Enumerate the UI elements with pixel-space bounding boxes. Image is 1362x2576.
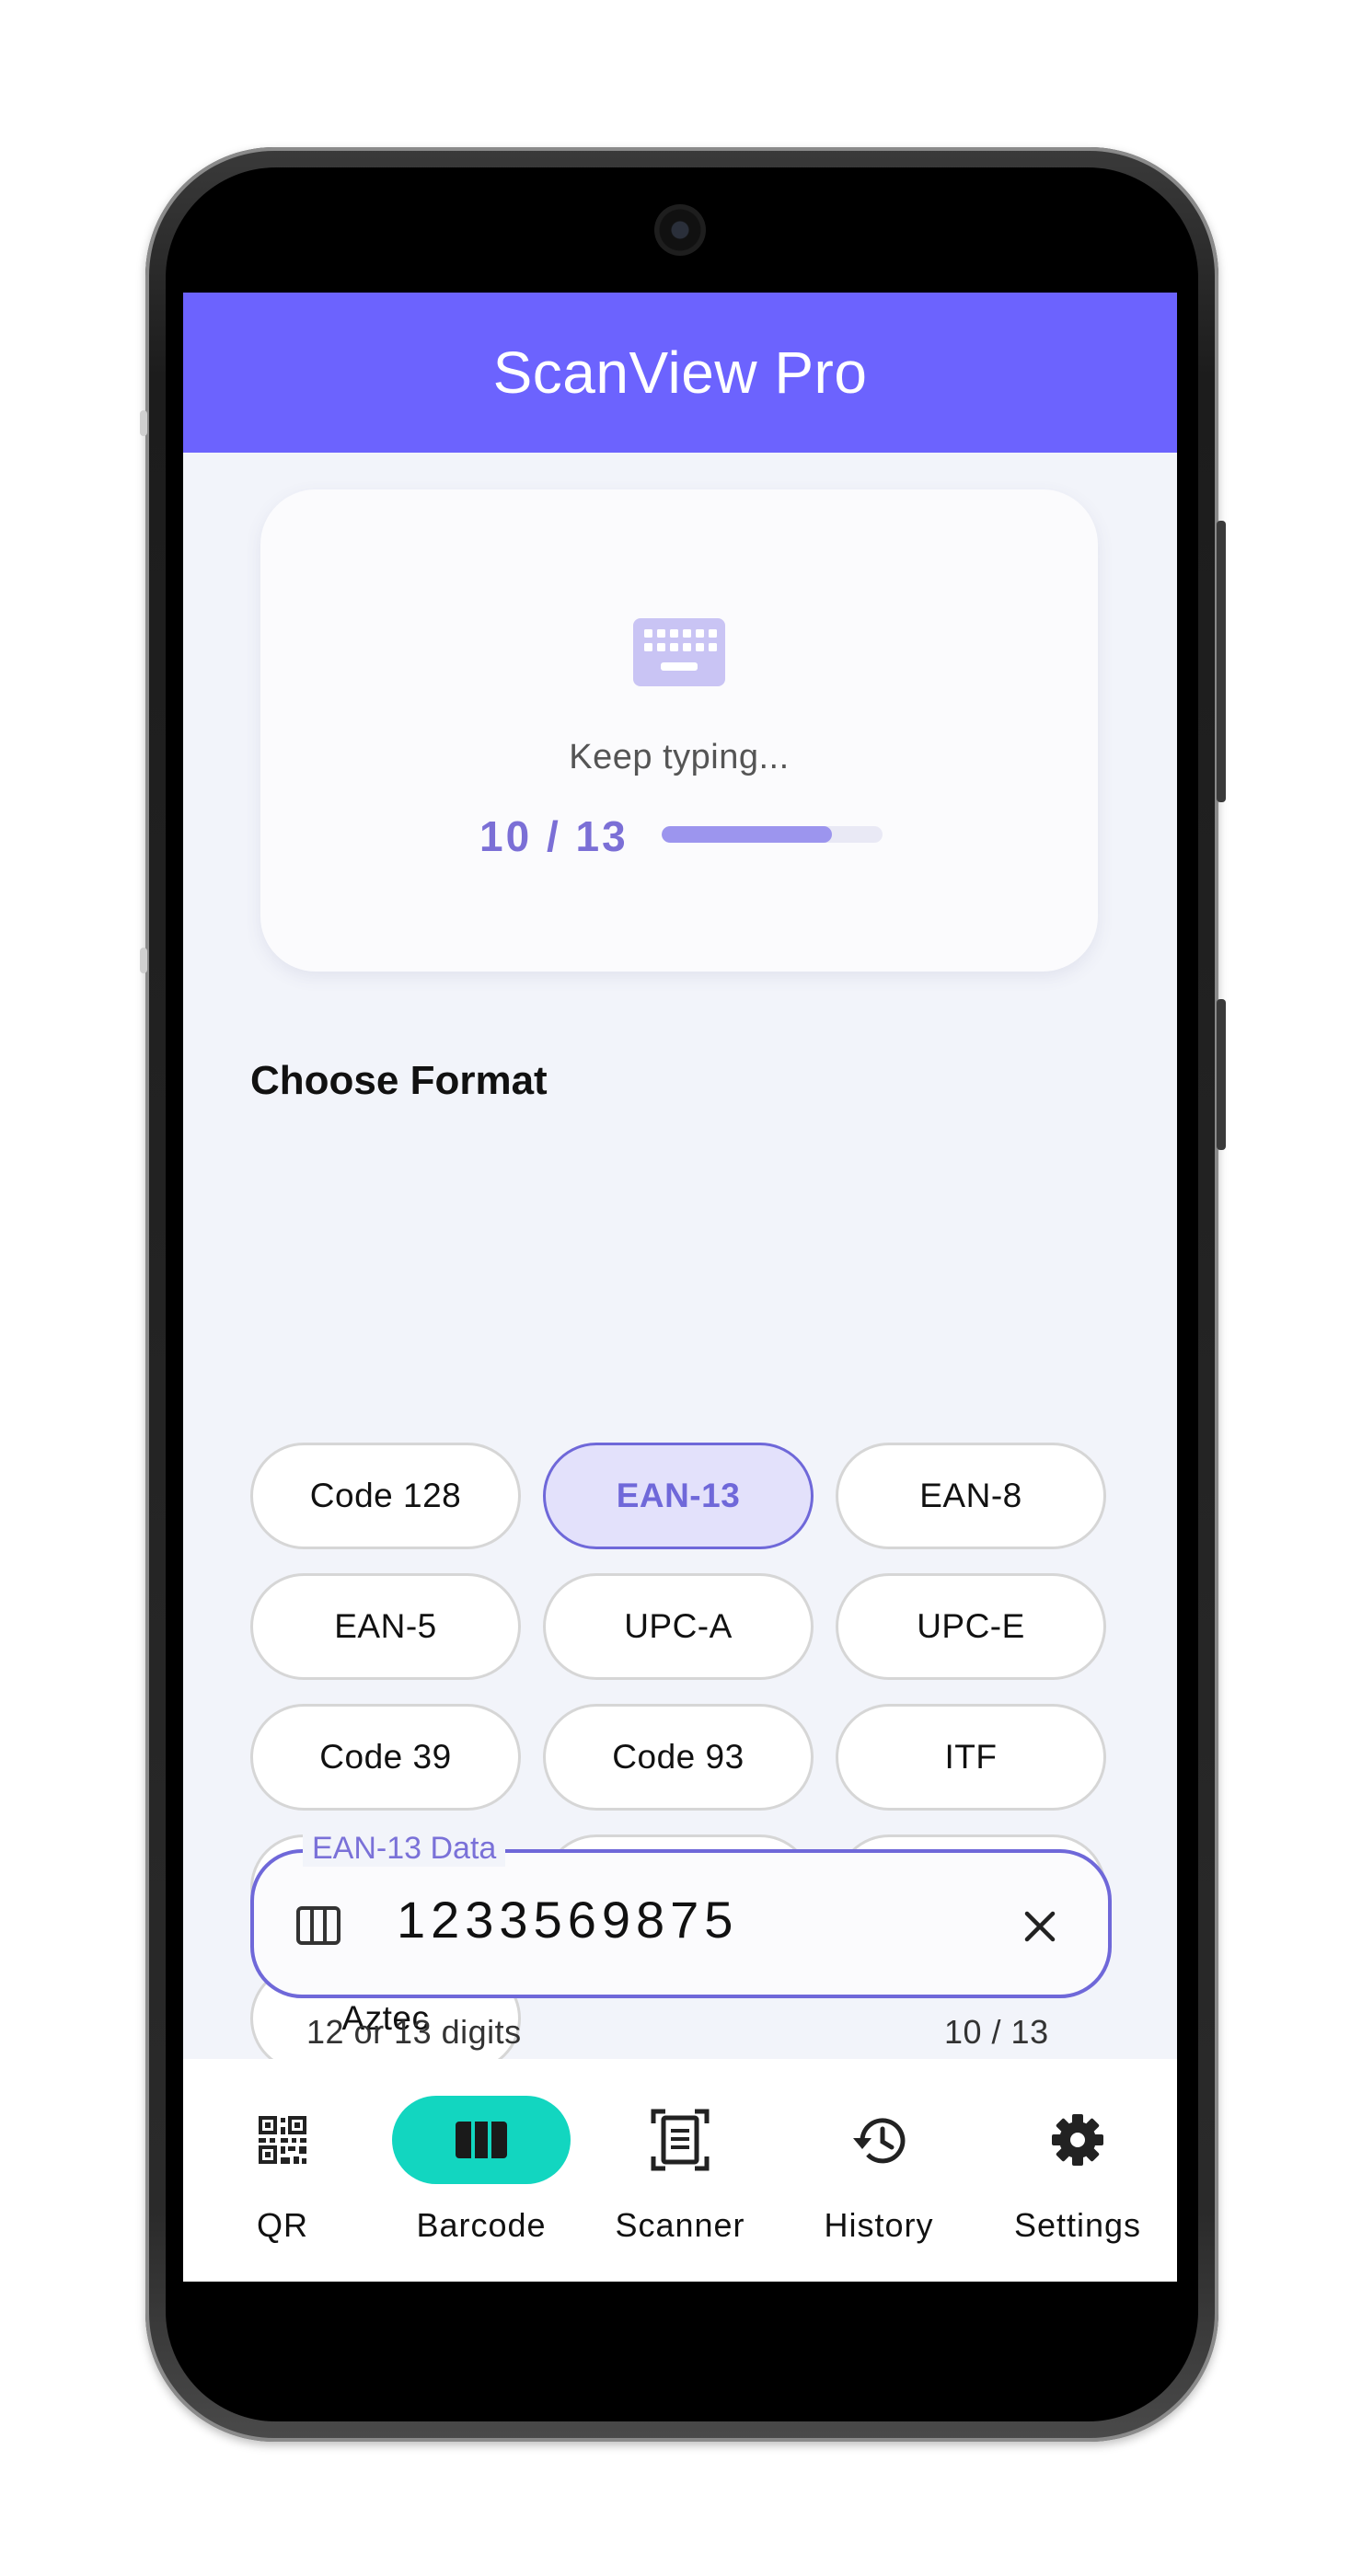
format-section-title: Choose Format — [250, 1058, 548, 1103]
nav-item-settings[interactable]: Settings — [978, 2096, 1177, 2252]
document-scanner-icon — [651, 2109, 710, 2171]
qr-code-icon — [259, 2116, 306, 2164]
format-chip-code-93[interactable]: Code 93 — [543, 1704, 814, 1811]
nav-label-qr: QR — [257, 2206, 308, 2244]
nav-icon-container — [591, 2096, 769, 2184]
field-label: EAN-13 Data — [303, 1831, 506, 1867]
helper-text: 12 or 13 digits — [306, 2013, 522, 2051]
nav-icon-container — [790, 2096, 968, 2184]
gear-icon — [1052, 2114, 1103, 2166]
barcode-data-field[interactable]: 1233569875 — [250, 1849, 1112, 1998]
progress-count: 10 / 13 — [479, 812, 629, 860]
format-chip-ean-8[interactable]: EAN-8 — [836, 1443, 1106, 1549]
history-icon — [853, 2118, 906, 2164]
clear-icon[interactable] — [1016, 1903, 1064, 1950]
front-camera — [654, 204, 706, 256]
nav-item-history[interactable]: History — [779, 2096, 978, 2252]
nav-label-scanner: Scanner — [615, 2206, 745, 2244]
character-counter: 10 / 13 — [944, 2013, 1049, 2051]
bottom-navigation: QR Barcode Scanner History Settings — [183, 2059, 1177, 2282]
barcode-icon — [296, 1906, 340, 1945]
volume-up-button — [1217, 521, 1226, 802]
nav-item-barcode[interactable]: Barcode — [382, 2096, 581, 2252]
format-chip-ean-13[interactable]: EAN-13 — [543, 1443, 814, 1549]
app-screen: ScanView Pro Keep typing... 10 / 13 Choo… — [183, 293, 1177, 2282]
progress-bar — [662, 826, 883, 843]
format-chip-ean-5[interactable]: EAN-5 — [250, 1573, 521, 1680]
nav-label-history: History — [824, 2206, 934, 2244]
format-chip-upc-e[interactable]: UPC-E — [836, 1573, 1106, 1680]
nav-label-barcode: Barcode — [416, 2206, 547, 2244]
format-chip-code-39[interactable]: Code 39 — [250, 1704, 521, 1811]
progress-bar-fill — [662, 826, 832, 843]
barcode-icon — [456, 2122, 507, 2158]
format-chip-upc-a[interactable]: UPC-A — [543, 1573, 814, 1680]
nav-item-scanner[interactable]: Scanner — [581, 2096, 779, 2252]
app-bar: ScanView Pro — [183, 293, 1177, 453]
keyboard-icon — [633, 618, 725, 686]
app-title: ScanView Pro — [492, 339, 868, 406]
power-button — [1217, 999, 1226, 1150]
nav-icon-container — [193, 2096, 372, 2184]
side-notch-bottom — [140, 948, 147, 973]
status-message: Keep typing... — [569, 738, 790, 776]
barcode-data-input[interactable]: 1233569875 — [397, 1890, 738, 1949]
input-status-card: Keep typing... 10 / 13 — [260, 489, 1098, 972]
format-chip-itf[interactable]: ITF — [836, 1704, 1106, 1811]
side-notch-top — [140, 410, 147, 436]
nav-icon-container-active — [392, 2096, 571, 2184]
nav-icon-container — [988, 2096, 1167, 2184]
nav-label-settings: Settings — [1013, 2206, 1142, 2244]
format-chip-code-128[interactable]: Code 128 — [250, 1443, 521, 1549]
nav-item-qr[interactable]: QR — [183, 2096, 382, 2252]
